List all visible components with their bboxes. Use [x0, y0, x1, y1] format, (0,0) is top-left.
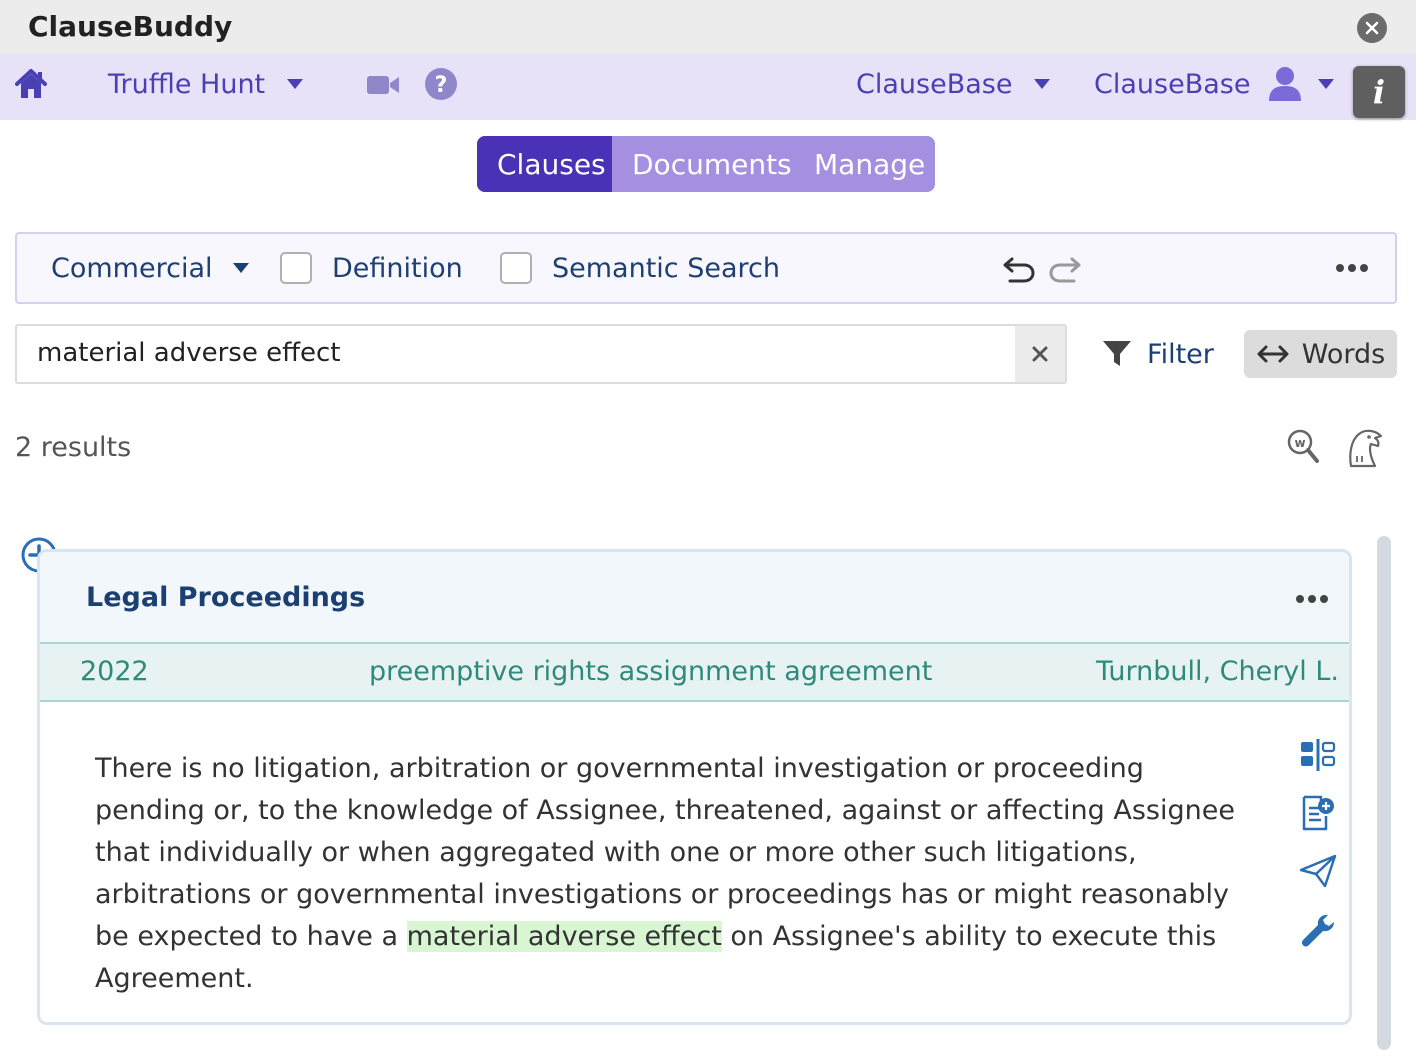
home-icon — [15, 69, 47, 98]
filter-button[interactable]: Filter — [1101, 330, 1214, 378]
clause-header: Legal Proceedings — [40, 552, 1349, 642]
insert-clause-button[interactable] — [1301, 794, 1335, 836]
app-title: ClauseBuddy — [28, 10, 233, 43]
clause-title: Legal Proceedings — [86, 582, 366, 613]
svg-text:?: ? — [435, 73, 448, 98]
library-dropdown[interactable]: ClauseBase — [856, 66, 1051, 102]
tools-button[interactable] — [1301, 914, 1337, 954]
library-label: ClauseBase — [856, 68, 1013, 100]
user-icon — [1269, 67, 1302, 101]
tab-clauses[interactable]: Clauses — [477, 136, 612, 192]
semantic-search-label: Semantic Search — [552, 252, 780, 284]
clause-card: Legal Proceedings 2022 preemptive rights… — [37, 549, 1352, 1025]
word-search-icon: w — [1287, 429, 1319, 463]
help-icon: ? — [425, 68, 457, 100]
definition-option[interactable]: Definition — [280, 250, 463, 286]
user-dropdown[interactable]: ClauseBase — [1094, 66, 1335, 102]
category-label: Commercial — [51, 252, 213, 284]
clause-document[interactable]: preemptive rights assignment agreement — [369, 656, 932, 687]
definition-checkbox[interactable] — [280, 252, 312, 284]
clause-author: Turnbull, Cheryl L. — [1095, 656, 1339, 687]
home-button[interactable] — [14, 66, 48, 102]
definition-label: Definition — [332, 252, 463, 284]
undo-button[interactable] — [1002, 253, 1036, 285]
filter-label: Filter — [1147, 338, 1214, 370]
redo-icon — [1049, 257, 1081, 283]
category-dropdown[interactable]: Commercial — [51, 250, 249, 286]
words-label: Words — [1301, 338, 1386, 370]
results-count: 2 results — [15, 432, 132, 463]
help-button[interactable]: ? — [424, 67, 458, 101]
close-button[interactable] — [1357, 13, 1387, 43]
chevron-down-icon — [287, 79, 304, 89]
redo-button[interactable] — [1048, 253, 1082, 285]
semantic-search-option[interactable]: Semantic Search — [500, 250, 780, 286]
search-input[interactable] — [37, 338, 997, 368]
compare-columns-icon — [1301, 739, 1336, 771]
svg-text:w: w — [1294, 436, 1305, 450]
workspace-dropdown[interactable]: Truffle Hunt — [108, 66, 304, 102]
search-options-bar: Commercial Definition Semantic Search — [15, 232, 1397, 304]
send-button[interactable] — [1299, 854, 1337, 892]
info-icon: i — [1372, 73, 1386, 111]
info-button[interactable]: i — [1353, 66, 1405, 118]
word-search-button[interactable]: w — [1286, 428, 1320, 470]
arrows-horizontal-icon — [1257, 345, 1289, 363]
clause-year: 2022 — [80, 656, 149, 687]
eagle-button[interactable] — [1345, 426, 1385, 472]
chevron-down-icon — [1318, 79, 1335, 89]
chevron-down-icon — [232, 263, 249, 273]
document-add-icon — [1302, 795, 1334, 831]
more-options-button[interactable] — [1335, 260, 1369, 276]
user-label: ClauseBase — [1094, 68, 1251, 100]
compare-button[interactable] — [1300, 738, 1336, 776]
close-icon — [1365, 21, 1379, 35]
chevron-down-icon — [1034, 79, 1051, 89]
video-camera-icon — [367, 76, 399, 94]
close-icon — [1032, 346, 1048, 362]
wrench-icon — [1301, 914, 1334, 947]
clear-search-button[interactable] — [1015, 326, 1065, 382]
video-button[interactable] — [366, 70, 400, 100]
words-toggle-button[interactable]: Words — [1244, 330, 1397, 378]
more-horizontal-icon — [1336, 264, 1368, 272]
workspace-label: Truffle Hunt — [108, 68, 266, 100]
clause-more-button[interactable] — [1295, 589, 1329, 608]
filter-icon — [1103, 341, 1131, 366]
tab-documents[interactable]: Documents — [612, 136, 796, 192]
main-tabs: Clauses Documents Manage — [477, 136, 935, 192]
title-bar: ClauseBuddy — [0, 0, 1416, 54]
search-box — [15, 324, 1067, 384]
paper-plane-icon — [1299, 854, 1337, 888]
undo-icon — [1003, 257, 1035, 283]
more-horizontal-icon — [1296, 595, 1328, 603]
eagle-icon — [1349, 429, 1383, 468]
tab-manage[interactable]: Manage — [796, 136, 935, 192]
semantic-search-checkbox[interactable] — [500, 252, 532, 284]
results-scrollbar[interactable] — [1377, 536, 1391, 1050]
clause-body[interactable]: There is no litigation, arbitration or g… — [95, 748, 1255, 1000]
search-highlight: material adverse effect — [406, 921, 722, 952]
clause-meta-row: 2022 preemptive rights assignment agreem… — [40, 642, 1349, 702]
